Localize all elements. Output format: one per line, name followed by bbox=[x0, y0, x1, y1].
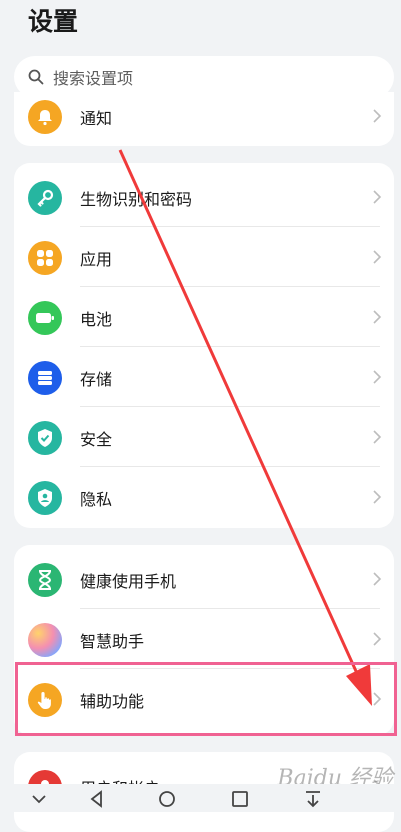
chevron-right-icon bbox=[373, 250, 382, 264]
privacy-shield-icon bbox=[28, 481, 62, 515]
shield-check-icon bbox=[28, 421, 62, 455]
back-icon[interactable] bbox=[88, 790, 106, 808]
settings-item-accessibility[interactable]: 辅助功能 bbox=[14, 669, 394, 729]
settings-item-label: 智慧助手 bbox=[80, 632, 145, 651]
settings-item-storage[interactable]: 存储 bbox=[14, 347, 394, 407]
system-nav-bar bbox=[0, 784, 401, 812]
chevron-right-icon bbox=[373, 632, 382, 646]
settings-item-smart-assistant[interactable]: 智慧助手 bbox=[14, 609, 394, 669]
settings-item-label: 应用 bbox=[80, 250, 113, 269]
settings-item-label: 生物识别和密码 bbox=[80, 190, 193, 209]
settings-item-apps[interactable]: 应用 bbox=[14, 227, 394, 287]
hourglass-icon bbox=[28, 563, 62, 597]
chevron-right-icon bbox=[373, 490, 382, 504]
settings-item-label: 安全 bbox=[80, 430, 113, 449]
recents-icon[interactable] bbox=[231, 790, 249, 808]
search-placeholder: 搜索设置项 bbox=[53, 69, 134, 88]
key-icon bbox=[28, 181, 62, 215]
settings-item-privacy[interactable]: 隐私 bbox=[14, 467, 394, 527]
page-title: 设置 bbox=[28, 7, 79, 36]
battery-icon bbox=[28, 301, 62, 335]
hand-tap-icon bbox=[28, 683, 62, 717]
settings-item-label: 辅助功能 bbox=[80, 692, 145, 711]
search-icon bbox=[28, 69, 44, 85]
apps-grid-icon bbox=[28, 241, 62, 275]
chevron-right-icon bbox=[373, 370, 382, 384]
settings-item-label: 电池 bbox=[80, 310, 113, 329]
settings-group-notifications: 通知 bbox=[14, 92, 394, 146]
settings-item-security[interactable]: 安全 bbox=[14, 407, 394, 467]
settings-item-label: 隐私 bbox=[80, 490, 113, 509]
chevron-right-icon bbox=[373, 572, 382, 586]
home-icon[interactable] bbox=[158, 790, 176, 808]
settings-item-biometrics[interactable]: 生物识别和密码 bbox=[14, 167, 394, 227]
settings-item-battery[interactable]: 电池 bbox=[14, 287, 394, 347]
chevron-right-icon bbox=[373, 310, 382, 324]
chevron-right-icon bbox=[373, 692, 382, 706]
chevron-right-icon bbox=[373, 109, 382, 123]
settings-item-label: 健康使用手机 bbox=[80, 572, 177, 591]
settings-item-label: 通知 bbox=[80, 109, 113, 128]
storage-icon bbox=[28, 361, 62, 395]
chevron-right-icon bbox=[373, 190, 382, 204]
settings-group-assist: 健康使用手机 智慧助手 辅助功能 bbox=[14, 545, 394, 735]
settings-item-digital-balance[interactable]: 健康使用手机 bbox=[14, 549, 394, 609]
settings-group-security: 生物识别和密码 应用 电池 存储 安全 隐私 bbox=[14, 163, 394, 528]
chevron-right-icon bbox=[373, 430, 382, 444]
assistant-icon bbox=[28, 623, 62, 657]
notification-pull-icon[interactable] bbox=[304, 790, 322, 808]
chevron-down-icon[interactable] bbox=[30, 790, 48, 808]
bell-icon bbox=[28, 100, 62, 134]
settings-item-notifications[interactable]: 通知 bbox=[14, 92, 394, 146]
settings-item-label: 存储 bbox=[80, 370, 113, 389]
